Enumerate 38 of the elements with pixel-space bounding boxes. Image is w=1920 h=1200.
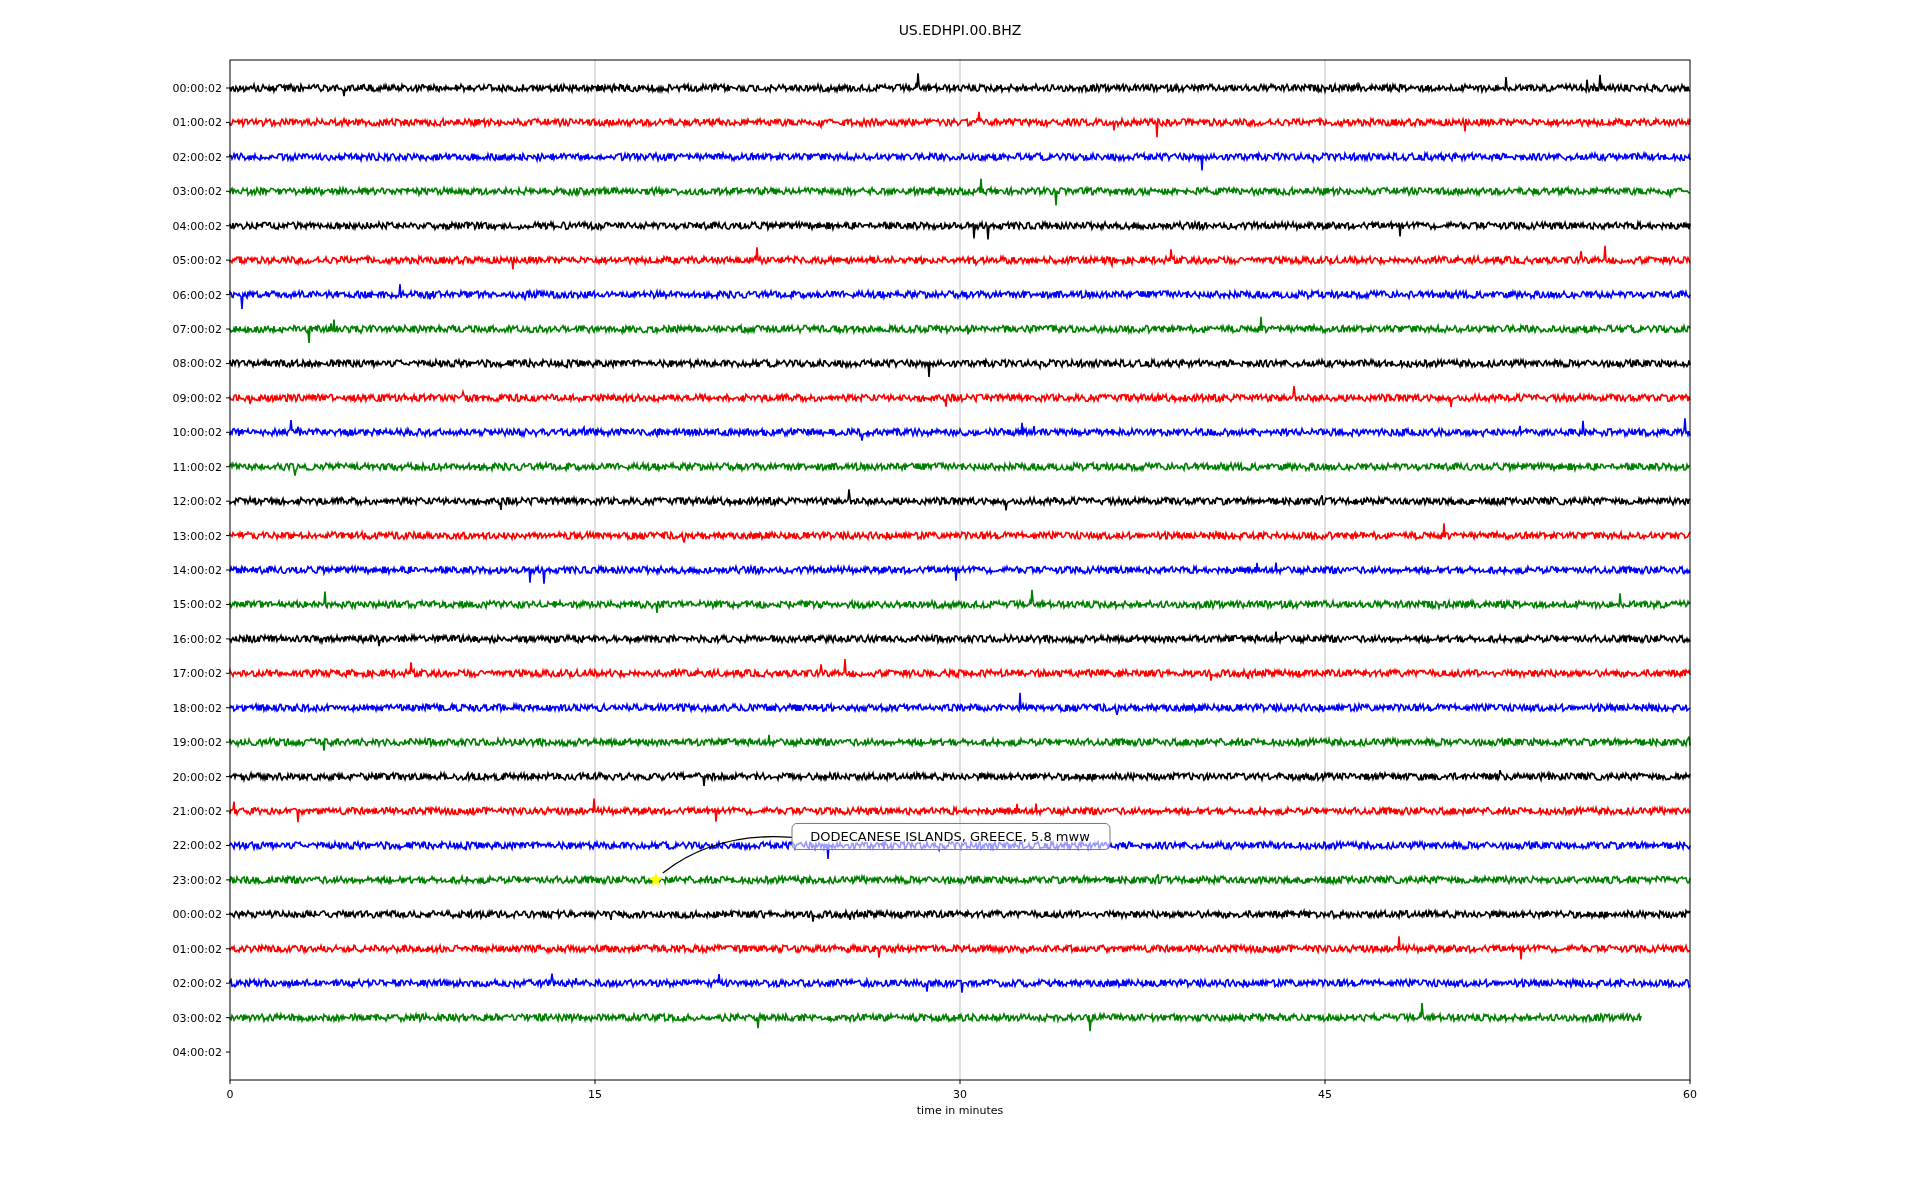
tick-label: 02:00:02 <box>172 977 222 991</box>
tick-label: 07:00:02 <box>172 323 222 336</box>
tick-label: 03:00:02 <box>172 1011 222 1025</box>
tick-label: 00:00:02 <box>172 908 222 922</box>
tick-label: 10:00:02 <box>172 426 222 440</box>
tick-label: 45 <box>1318 1088 1332 1101</box>
tick-label: 11:00:02 <box>172 460 222 474</box>
star-icon <box>648 871 664 887</box>
tick-label: 04:00:02 <box>172 219 222 233</box>
tick-label: 08:00:02 <box>172 357 222 371</box>
tick-label: 18:00:02 <box>172 701 222 715</box>
tick-label: 01:00:02 <box>172 116 222 130</box>
tick-label: 00:00:02 <box>172 82 222 95</box>
tick-label: 04:00:02 <box>172 1046 222 1060</box>
tick-label: 20:00:02 <box>172 770 222 784</box>
tick-label: 02:00:02 <box>172 150 222 164</box>
tick-label: 16:00:02 <box>172 632 222 646</box>
tick-label: 15 <box>588 1088 602 1101</box>
tick-label: 15:00:02 <box>172 598 222 612</box>
tick-label: 12:00:02 <box>172 495 222 509</box>
tick-label: 14:00:02 <box>172 564 222 577</box>
tick-label: 22:00:02 <box>172 839 222 853</box>
tick-label: 06:00:02 <box>172 288 222 302</box>
tick-label: 03:00:02 <box>172 185 222 199</box>
tick-label: 17:00:02 <box>172 667 222 681</box>
tick-label: 30 <box>953 1088 967 1101</box>
tick-label: 19:00:02 <box>172 736 222 750</box>
tick-label: 23:00:02 <box>172 873 222 887</box>
tick-label: 01:00:02 <box>172 942 222 956</box>
tick-label: 21:00:02 <box>172 805 222 819</box>
tick-label: 13:00:02 <box>172 529 222 543</box>
tick-label: 0 <box>226 1088 234 1101</box>
plot-title: US.EDHPI.00.BHZ <box>898 22 1022 38</box>
tick-label: 05:00:02 <box>172 254 222 268</box>
tick-label: 60 <box>1683 1088 1697 1101</box>
annotation-label: DODECANESE ISLANDS, GREECE, 5.8 mww <box>810 829 1090 845</box>
axis-label: time in minutes <box>916 1104 1004 1117</box>
tick-label: 09:00:02 <box>172 391 222 405</box>
